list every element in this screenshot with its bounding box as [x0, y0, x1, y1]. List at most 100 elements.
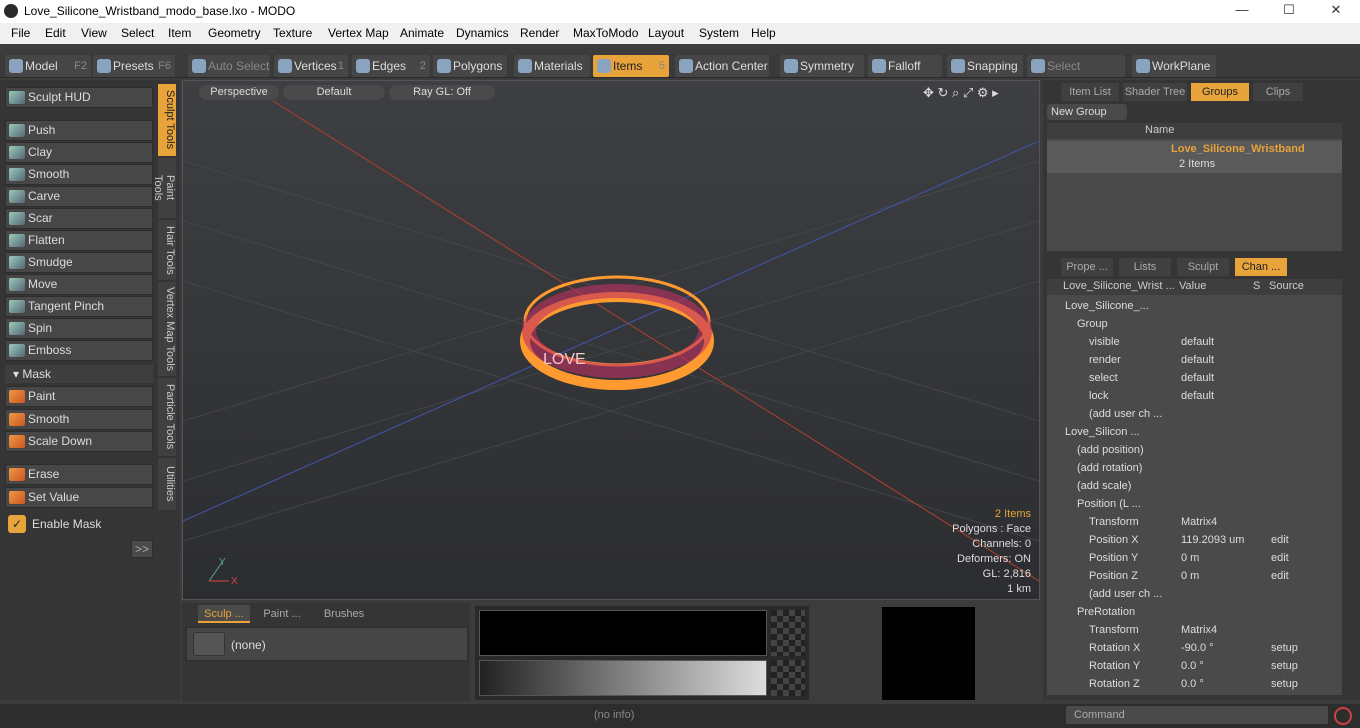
menu-maxtomodo[interactable]: MaxToModo [573, 26, 638, 40]
channel-row[interactable]: Rotation Y 0.0 ° setup [1053, 657, 1345, 675]
expand-button[interactable]: >> [131, 540, 153, 558]
tab-sculpt[interactable]: Sculp ... [198, 605, 250, 623]
channel-row[interactable]: select default [1053, 369, 1345, 387]
tab-channels[interactable]: Chan ... [1235, 258, 1287, 276]
channel-row[interactable]: PreRotation [1053, 603, 1345, 621]
tab-brushes[interactable]: Brushes [314, 605, 374, 623]
workplane-button[interactable]: WorkPlane [1132, 55, 1216, 77]
tab-shader-tree[interactable]: Shader Tree [1123, 83, 1187, 101]
texture-preview-1[interactable] [479, 610, 767, 656]
menu-geometry[interactable]: Geometry [208, 26, 261, 40]
group-row[interactable]: Love_Silicone_Wristband 2 Items [1047, 141, 1342, 173]
tool-move[interactable]: Move [5, 274, 153, 295]
tool-flatten[interactable]: Flatten [5, 230, 153, 251]
action-center-button[interactable]: Action Center [675, 55, 769, 77]
minimize-button[interactable]: — [1232, 2, 1252, 20]
record-icon[interactable] [1334, 707, 1352, 725]
maximize-button[interactable]: ☐ [1279, 2, 1299, 20]
vertices-button[interactable]: Vertices 1 [274, 55, 348, 77]
menu-animate[interactable]: Animate [400, 26, 444, 40]
channel-row[interactable]: (add user ch ... [1053, 585, 1345, 603]
enable-mask-toggle[interactable]: ✓ Enable Mask [5, 513, 153, 535]
edges-button[interactable]: Edges 2 [352, 55, 430, 77]
polygons-button[interactable]: Polygons [433, 55, 507, 77]
menu-file[interactable]: File [11, 26, 30, 40]
menu-view[interactable]: View [81, 26, 107, 40]
menu-render[interactable]: Render [520, 26, 559, 40]
channel-row[interactable]: Transform Matrix4 [1053, 513, 1345, 531]
menu-item[interactable]: Item [168, 26, 191, 40]
channel-row[interactable]: Position (L ... [1053, 495, 1345, 513]
tool-smudge[interactable]: Smudge [5, 252, 153, 273]
channel-row[interactable]: lock default [1053, 387, 1345, 405]
tab-lists[interactable]: Lists [1119, 258, 1171, 276]
materials-button[interactable]: Materials [514, 55, 590, 77]
tab-vertex-map-tools[interactable]: Vertex Map Tools [158, 282, 176, 376]
mask-section-header[interactable]: ▾ Mask [5, 365, 153, 383]
channel-row[interactable]: Love_Silicone_... [1053, 297, 1345, 315]
tab-particle-tools[interactable]: Particle Tools [158, 378, 176, 456]
channel-row[interactable]: Position X 119.2093 um edit [1053, 531, 1345, 549]
mask-paint[interactable]: Paint [5, 386, 153, 407]
tool-push[interactable]: Push [5, 120, 153, 141]
snapping-button[interactable]: Snapping [947, 55, 1023, 77]
texture-alpha-1[interactable] [771, 610, 805, 656]
presets-button[interactable]: Presets F6 [93, 55, 175, 77]
channel-row[interactable]: (add user ch ... [1053, 405, 1345, 423]
tool-spin[interactable]: Spin [5, 318, 153, 339]
channel-row[interactable]: Rotation X -90.0 ° setup [1053, 639, 1345, 657]
menu-vertex-map[interactable]: Vertex Map [328, 26, 389, 40]
channel-row[interactable]: (add scale) [1053, 477, 1345, 495]
channel-row[interactable]: Transform Matrix4 [1053, 621, 1345, 639]
close-button[interactable]: ✕ [1326, 2, 1346, 20]
menu-select[interactable]: Select [121, 26, 154, 40]
channel-row[interactable]: Love_Silicon ... [1053, 423, 1345, 441]
tab-paint[interactable]: Paint ... [256, 605, 308, 623]
menu-system[interactable]: System [699, 26, 739, 40]
sculpt-hud-button[interactable]: Sculpt HUD [5, 87, 153, 108]
tool-smooth[interactable]: Smooth [5, 164, 153, 185]
texture-alpha-2[interactable] [771, 660, 805, 696]
menu-texture[interactable]: Texture [273, 26, 312, 40]
tool-tangent-pinch[interactable]: Tangent Pinch [5, 296, 153, 317]
tab-groups[interactable]: Groups [1191, 83, 1249, 101]
channel-row[interactable]: visible default [1053, 333, 1345, 351]
tab-hair-tools[interactable]: Hair Tools [158, 220, 176, 280]
tab-clips[interactable]: Clips [1253, 83, 1303, 101]
menu-edit[interactable]: Edit [45, 26, 66, 40]
channel-row[interactable]: (add position) [1053, 441, 1345, 459]
mask-scale-down[interactable]: Scale Down [5, 431, 153, 452]
3d-viewport[interactable]: Perspective Default Ray GL: Off ✥ ↻ ⌕ ⤢ … [182, 80, 1040, 600]
tool-clay[interactable]: Clay [5, 142, 153, 163]
menu-layout[interactable]: Layout [648, 26, 684, 40]
tab-paint-tools[interactable]: Paint Tools [152, 158, 176, 218]
new-group-button[interactable]: New Group [1047, 104, 1127, 120]
items-button[interactable]: Items 5 [593, 55, 669, 77]
model-button[interactable]: Model F2 [5, 55, 91, 77]
texture-preview-2[interactable] [479, 660, 767, 696]
falloff-button[interactable]: Falloff [868, 55, 942, 77]
mask-smooth[interactable]: Smooth [5, 409, 153, 430]
channel-row[interactable]: Group [1053, 315, 1345, 333]
brush-preset-dropdown[interactable]: (none) [186, 627, 468, 661]
auto-select-button[interactable]: Auto Select [188, 55, 270, 77]
erase-button[interactable]: Erase [5, 464, 153, 485]
tool-carve[interactable]: Carve [5, 186, 153, 207]
channel-row[interactable]: Rotation Z 0.0 ° setup [1053, 675, 1345, 693]
select-through-button[interactable]: Select Through [1027, 55, 1125, 95]
menu-help[interactable]: Help [751, 26, 776, 40]
channel-row[interactable]: Position Y0 m edit [1053, 549, 1345, 567]
channel-row[interactable]: Position Z0 m edit [1053, 567, 1345, 585]
menu-dynamics[interactable]: Dynamics [456, 26, 509, 40]
tab-item-list[interactable]: Item List [1061, 83, 1119, 101]
command-input[interactable]: Command [1066, 706, 1328, 724]
symmetry-button[interactable]: Symmetry [780, 55, 864, 77]
tab-sculpt-props[interactable]: Sculpt [1177, 258, 1229, 276]
tab-utilities[interactable]: Utilities [158, 458, 176, 510]
tab-sculpt-tools[interactable]: Sculpt Tools [158, 84, 176, 156]
tab-properties[interactable]: Prope ... [1061, 258, 1113, 276]
channel-row[interactable]: (add rotation) [1053, 459, 1345, 477]
set-value-button[interactable]: Set Value [5, 487, 153, 508]
tool-scar[interactable]: Scar [5, 208, 153, 229]
tool-emboss[interactable]: Emboss [5, 340, 153, 361]
